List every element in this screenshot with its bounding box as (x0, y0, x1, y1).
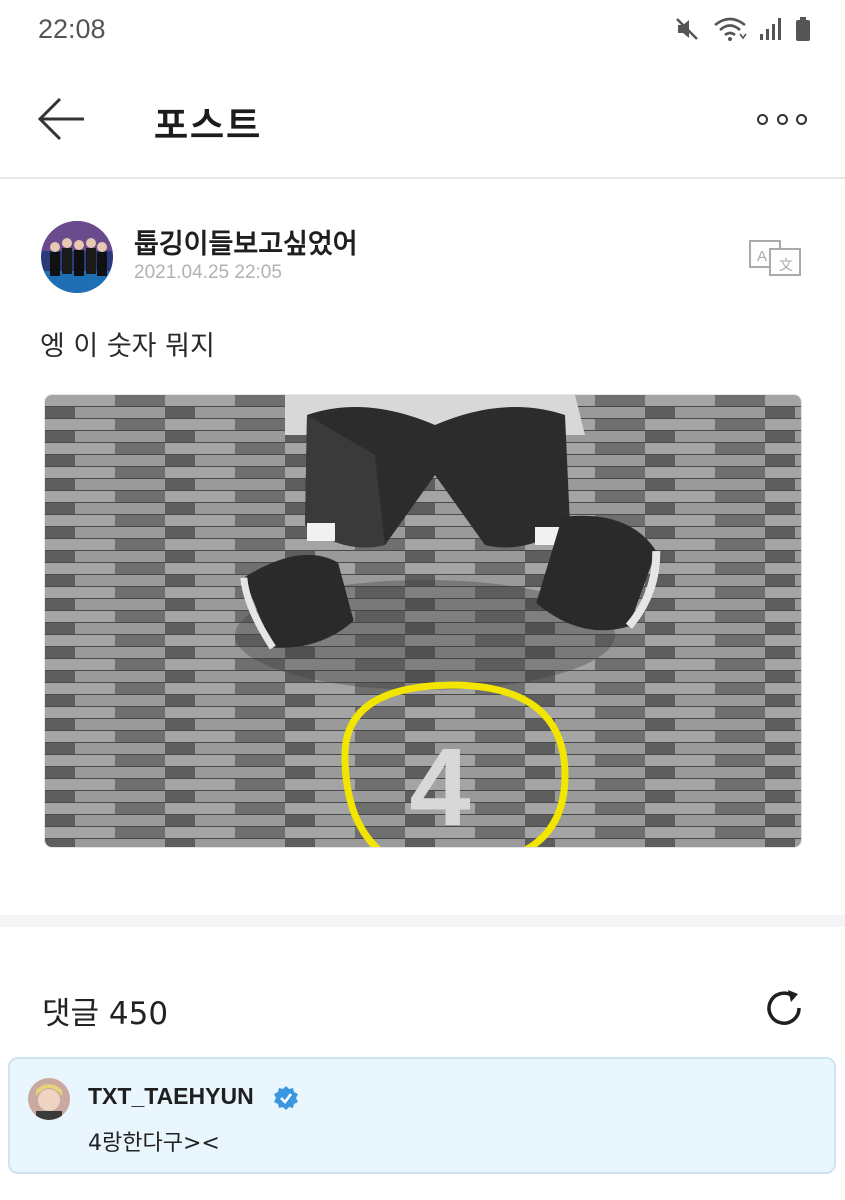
svg-text:文: 文 (779, 258, 793, 274)
mute-icon (676, 18, 698, 40)
wifi-icon (714, 17, 747, 41)
status-time: 22:08 (38, 14, 106, 44)
translate-icon: A 文 (749, 240, 801, 276)
more-options-button[interactable] (757, 108, 807, 130)
author-avatar[interactable] (41, 221, 113, 293)
svg-text:A: A (757, 248, 767, 265)
comments-count: 댓글 450 (42, 996, 169, 1032)
post-text: 엥 이 숫자 뭐지 (40, 331, 215, 362)
comment-author[interactable]: TXT_TAEHYUN (88, 1083, 254, 1110)
more-options-icon (757, 113, 768, 125)
page-title: 포스트 (154, 104, 263, 147)
translate-button[interactable]: A 文 (748, 237, 804, 277)
post-date: 2021.04.25 22:05 (134, 262, 282, 283)
section-divider (0, 915, 845, 927)
back-arrow-icon (37, 97, 84, 141)
header-divider (0, 177, 845, 179)
verified-badge-icon (273, 1085, 299, 1111)
more-options-dot (776, 113, 788, 125)
status-icons (675, 16, 811, 42)
more-options-dot (796, 113, 807, 125)
refresh-button[interactable] (762, 986, 806, 1030)
floor-number: 4 (409, 726, 470, 848)
post-image[interactable]: 4 (44, 394, 802, 848)
battery-icon (796, 17, 810, 41)
refresh-icon (767, 990, 801, 1025)
comment-avatar[interactable] (28, 1078, 70, 1120)
comment-text: 4랑한다구>< (88, 1131, 220, 1156)
signal-icon (760, 18, 781, 40)
back-button[interactable] (36, 96, 88, 142)
author-name[interactable]: 툽깅이들보고싶었어 (134, 222, 358, 261)
